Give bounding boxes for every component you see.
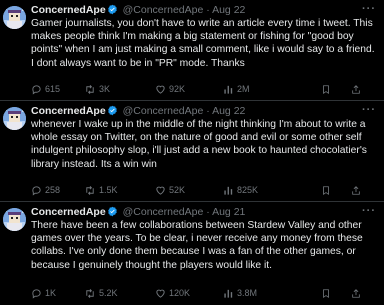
tweet-date[interactable]: Aug 22	[212, 105, 245, 117]
retweet-button[interactable]: 1.5K	[84, 183, 118, 197]
views-button[interactable]: 3.8M	[223, 286, 257, 300]
avatar-icon[interactable]	[3, 6, 26, 29]
separator-dot: ·	[206, 105, 210, 117]
tweet-text-line: indulgent philosophy slop, i'll just add…	[31, 145, 367, 157]
like-button[interactable]: 92K	[155, 82, 185, 96]
reply-count: 258	[45, 185, 61, 195]
share-icon	[351, 288, 361, 299]
views-icon	[223, 84, 234, 95]
share-button[interactable]	[351, 286, 361, 300]
separator-dot: ·	[206, 206, 210, 218]
reply-icon	[31, 185, 42, 196]
retweet-count: 5.2K	[99, 288, 118, 298]
tweet-text-line: collabs. I've only done them because I w…	[31, 246, 356, 258]
like-count: 52K	[169, 185, 186, 195]
like-button[interactable]: 52K	[155, 183, 185, 197]
retweet-button[interactable]: 5.2K	[84, 286, 118, 300]
tweet-text: whenever I wake up in the middle of the …	[31, 118, 378, 171]
views-count: 825K	[237, 185, 259, 195]
tweet-text-line: There have been a few collaborations bet…	[31, 220, 362, 231]
tweet-date[interactable]: Aug 22	[212, 4, 245, 16]
author-name[interactable]: ConcernedApe	[31, 105, 106, 117]
bookmark-icon	[321, 185, 331, 196]
avatar-icon[interactable]	[3, 208, 26, 231]
retweet-button[interactable]: 3K	[84, 82, 110, 96]
heart-icon	[155, 185, 166, 196]
separator-dot: ·	[206, 4, 210, 16]
more-options-icon[interactable]: ···	[362, 104, 376, 116]
views-button[interactable]: 825K	[223, 183, 258, 197]
share-icon	[351, 185, 361, 196]
tweet-text-line: whole essay on Twitter, on the nature of…	[31, 132, 362, 144]
bookmark-icon	[321, 288, 331, 299]
tweet-text-line: points" when I am just making a small co…	[31, 44, 375, 56]
heart-icon	[155, 288, 166, 299]
author-handle[interactable]: @ConcernedApe	[123, 206, 204, 218]
share-button[interactable]	[351, 82, 361, 96]
tweet-text-line: Gamer journalists, you don't have to wri…	[31, 18, 373, 29]
tweet-text: Gamer journalists, you don't have to wri…	[31, 17, 378, 70]
like-button[interactable]: 120K	[155, 286, 190, 300]
reply-button[interactable]: 615	[31, 82, 60, 96]
share-button[interactable]	[351, 183, 361, 197]
retweet-count: 1.5K	[99, 185, 118, 195]
views-icon	[223, 185, 234, 196]
action-bar: 615 3K 92K 2M	[31, 82, 384, 96]
retweet-icon	[84, 288, 96, 299]
views-button[interactable]: 2M	[223, 82, 250, 96]
reply-button[interactable]: 1K	[31, 286, 56, 300]
tweet-text-line: library instead. Its a win win	[31, 158, 157, 170]
tweet-text-line: whenever I wake up in the middle of the …	[31, 119, 366, 130]
reply-button[interactable]: 258	[31, 183, 60, 197]
retweet-icon	[84, 84, 96, 95]
views-count: 3.8M	[237, 288, 258, 298]
tweet-text-line: games over the years. To be clear, i nev…	[31, 233, 363, 245]
tweet-date[interactable]: Aug 21	[212, 206, 245, 218]
more-options-icon[interactable]: ···	[362, 205, 376, 217]
bookmark-button[interactable]	[321, 183, 331, 197]
like-count: 92K	[169, 84, 186, 94]
reply-count: 1K	[45, 288, 57, 298]
reply-icon	[31, 84, 42, 95]
bookmark-button[interactable]	[321, 82, 331, 96]
tweet[interactable]: ConcernedApe @ConcernedApe · Aug 21 ··· …	[0, 202, 384, 305]
author-name[interactable]: ConcernedApe	[31, 206, 106, 218]
reply-icon	[31, 288, 42, 299]
action-bar: 1K 5.2K 120K 3.8M	[31, 286, 384, 300]
views-count: 2M	[237, 84, 250, 94]
reply-count: 615	[45, 84, 61, 94]
tweet-text-line: I dont always want to be in "PR" mode. T…	[31, 57, 245, 69]
avatar-icon[interactable]	[3, 107, 26, 130]
share-icon	[351, 84, 361, 95]
retweet-icon	[84, 185, 96, 196]
tweet-text-line: because I genuinely thought the players …	[31, 259, 272, 271]
heart-icon	[155, 84, 166, 95]
tweet[interactable]: ConcernedApe @ConcernedApe · Aug 22 ··· …	[0, 0, 384, 101]
author-handle[interactable]: @ConcernedApe	[123, 105, 204, 117]
author-handle[interactable]: @ConcernedApe	[123, 4, 204, 16]
bookmark-button[interactable]	[321, 286, 331, 300]
tweet[interactable]: ConcernedApe @ConcernedApe · Aug 22 ··· …	[0, 101, 384, 202]
views-icon	[223, 288, 234, 299]
like-count: 120K	[169, 288, 191, 298]
author-name[interactable]: ConcernedApe	[31, 4, 106, 16]
action-bar: 258 1.5K 52K 825K	[31, 183, 384, 197]
bookmark-icon	[321, 84, 331, 95]
tweet-text-line: makes people think I'm making a big stat…	[31, 31, 354, 43]
retweet-count: 3K	[99, 84, 111, 94]
more-options-icon[interactable]: ···	[362, 3, 376, 15]
tweet-text: There have been a few collaborations bet…	[31, 219, 378, 272]
